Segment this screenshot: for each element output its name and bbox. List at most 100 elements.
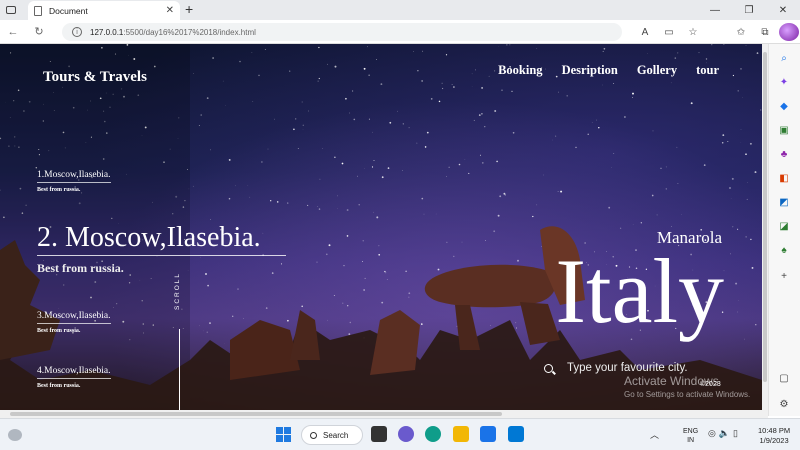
star xyxy=(611,167,612,168)
tools-icon[interactable]: ▣ xyxy=(777,124,791,138)
star xyxy=(727,140,729,143)
star xyxy=(732,74,734,77)
vertical-scroll-thumb[interactable] xyxy=(763,52,767,382)
browser-tab[interactable]: Document ✕ xyxy=(28,1,180,20)
star xyxy=(453,86,455,88)
favorites-icon[interactable]: ✩ xyxy=(731,23,751,41)
star xyxy=(371,166,374,168)
search-icon[interactable] xyxy=(544,363,553,373)
site-logo[interactable]: Tours & Travels xyxy=(43,69,147,86)
slide-title: 1.Moscow,Ilasebia. xyxy=(37,170,111,183)
back-icon[interactable]: ← xyxy=(0,26,26,38)
region-code: IN xyxy=(687,437,695,444)
star xyxy=(729,187,731,189)
slide-title: 2. Moscow,Ilasebia. xyxy=(37,222,286,256)
star xyxy=(499,195,502,198)
horizontal-scrollbar[interactable] xyxy=(0,410,768,418)
tab-close-icon[interactable]: ✕ xyxy=(166,5,174,16)
star xyxy=(380,83,383,86)
star xyxy=(602,84,603,86)
nav-description[interactable]: Desription xyxy=(562,63,618,78)
window-menu-icon[interactable] xyxy=(0,0,22,20)
office-icon[interactable]: ◧ xyxy=(777,172,791,186)
hide-sidebar-icon[interactable]: ▢ xyxy=(777,372,791,386)
vscode-icon[interactable] xyxy=(508,426,524,442)
star xyxy=(413,51,414,52)
main-nav: Booking Desription Gollery tour xyxy=(498,63,719,78)
star xyxy=(430,98,433,100)
star xyxy=(665,166,667,168)
collections-icon[interactable]: ⧉ xyxy=(755,23,775,41)
system-tray-icons[interactable]: ◎🔈▯ xyxy=(708,428,741,439)
browser-tab-bar: Document ✕ + — ❐ ✕ xyxy=(0,0,800,20)
city-search-input[interactable]: Type your favourite city. xyxy=(567,362,688,374)
read-aloud-icon[interactable]: A xyxy=(635,23,655,41)
star xyxy=(536,204,538,206)
star xyxy=(193,73,194,74)
add-app-icon[interactable]: + xyxy=(777,270,791,284)
refresh-icon[interactable]: ↻ xyxy=(26,25,52,38)
nav-booking[interactable]: Booking xyxy=(498,63,542,78)
star xyxy=(270,200,272,202)
star xyxy=(289,70,291,72)
taskbar-search[interactable]: Search xyxy=(301,425,363,445)
file-explorer-icon[interactable] xyxy=(453,426,469,442)
star xyxy=(438,100,441,103)
star xyxy=(558,91,559,93)
start-button[interactable] xyxy=(276,427,291,442)
language-indicator[interactable]: ENG IN xyxy=(683,427,698,445)
star xyxy=(746,198,748,200)
star xyxy=(261,161,263,163)
star xyxy=(318,46,320,49)
edge-browser-icon[interactable] xyxy=(425,426,441,442)
favorites-star-icon[interactable]: ☆ xyxy=(683,23,703,41)
maximize-button[interactable]: ❐ xyxy=(732,0,766,20)
copilot-icon[interactable]: ✦ xyxy=(777,76,791,90)
minimize-button[interactable]: — xyxy=(698,0,732,20)
star xyxy=(555,135,557,137)
star xyxy=(209,149,211,151)
split-screen-icon[interactable]: ▭ xyxy=(659,23,679,41)
url-host: 127.0.0.1 xyxy=(90,27,124,37)
star xyxy=(677,52,679,54)
profile-avatar[interactable] xyxy=(779,23,799,41)
close-window-button[interactable]: ✕ xyxy=(766,0,800,20)
star xyxy=(389,121,392,124)
star xyxy=(206,97,209,99)
star xyxy=(754,171,757,174)
star xyxy=(448,166,450,168)
clock[interactable]: 10:48 PM 1/9/2023 xyxy=(758,426,790,446)
task-view-icon[interactable] xyxy=(371,426,387,442)
search-icon[interactable]: ⌕ xyxy=(777,52,791,66)
star xyxy=(228,158,231,161)
star xyxy=(426,131,429,134)
url-field[interactable]: i 127.0.0.1:5500/day16%2017%2018/index.h… xyxy=(62,23,622,41)
star xyxy=(464,159,466,160)
horizontal-scroll-thumb[interactable] xyxy=(10,412,502,416)
outlook-icon[interactable]: ◩ xyxy=(777,196,791,210)
slide-item-4[interactable]: 4.Moscow,Ilasebia. Best from russia. xyxy=(37,360,111,389)
tree-icon[interactable]: ♠ xyxy=(777,244,791,258)
star xyxy=(536,48,538,49)
site-info-icon[interactable]: i xyxy=(72,27,82,37)
slide-item-2-active[interactable]: 2. Moscow,Ilasebia. Best from russia. xyxy=(37,222,286,276)
teams-chat-icon[interactable] xyxy=(398,426,414,442)
slide-item-3[interactable]: 3.Moscow,Ilasebia. Best from russia. xyxy=(37,305,111,334)
games-icon[interactable]: ♣ xyxy=(777,148,791,162)
star xyxy=(416,142,418,144)
weather-icon[interactable] xyxy=(8,429,22,441)
star xyxy=(297,148,299,150)
designer-icon[interactable]: ◪ xyxy=(777,220,791,234)
city-search[interactable]: Type your favourite city. xyxy=(544,362,688,374)
star xyxy=(408,127,410,129)
mail-icon[interactable] xyxy=(480,426,496,442)
tray-overflow-icon[interactable]: ︿ xyxy=(650,428,659,441)
slide-item-1[interactable]: 1.Moscow,Ilasebia. Best from russia. xyxy=(37,164,111,193)
nav-tour[interactable]: tour xyxy=(696,63,719,78)
slide-subtitle: Best from russia. xyxy=(37,261,124,275)
settings-gear-icon[interactable]: ⚙ xyxy=(777,398,791,412)
slide-title: 3.Moscow,Ilasebia. xyxy=(37,311,111,324)
nav-gallery[interactable]: Gollery xyxy=(637,63,677,78)
shopping-tag-icon[interactable]: ◆ xyxy=(777,100,791,114)
new-tab-button[interactable]: + xyxy=(185,1,193,17)
